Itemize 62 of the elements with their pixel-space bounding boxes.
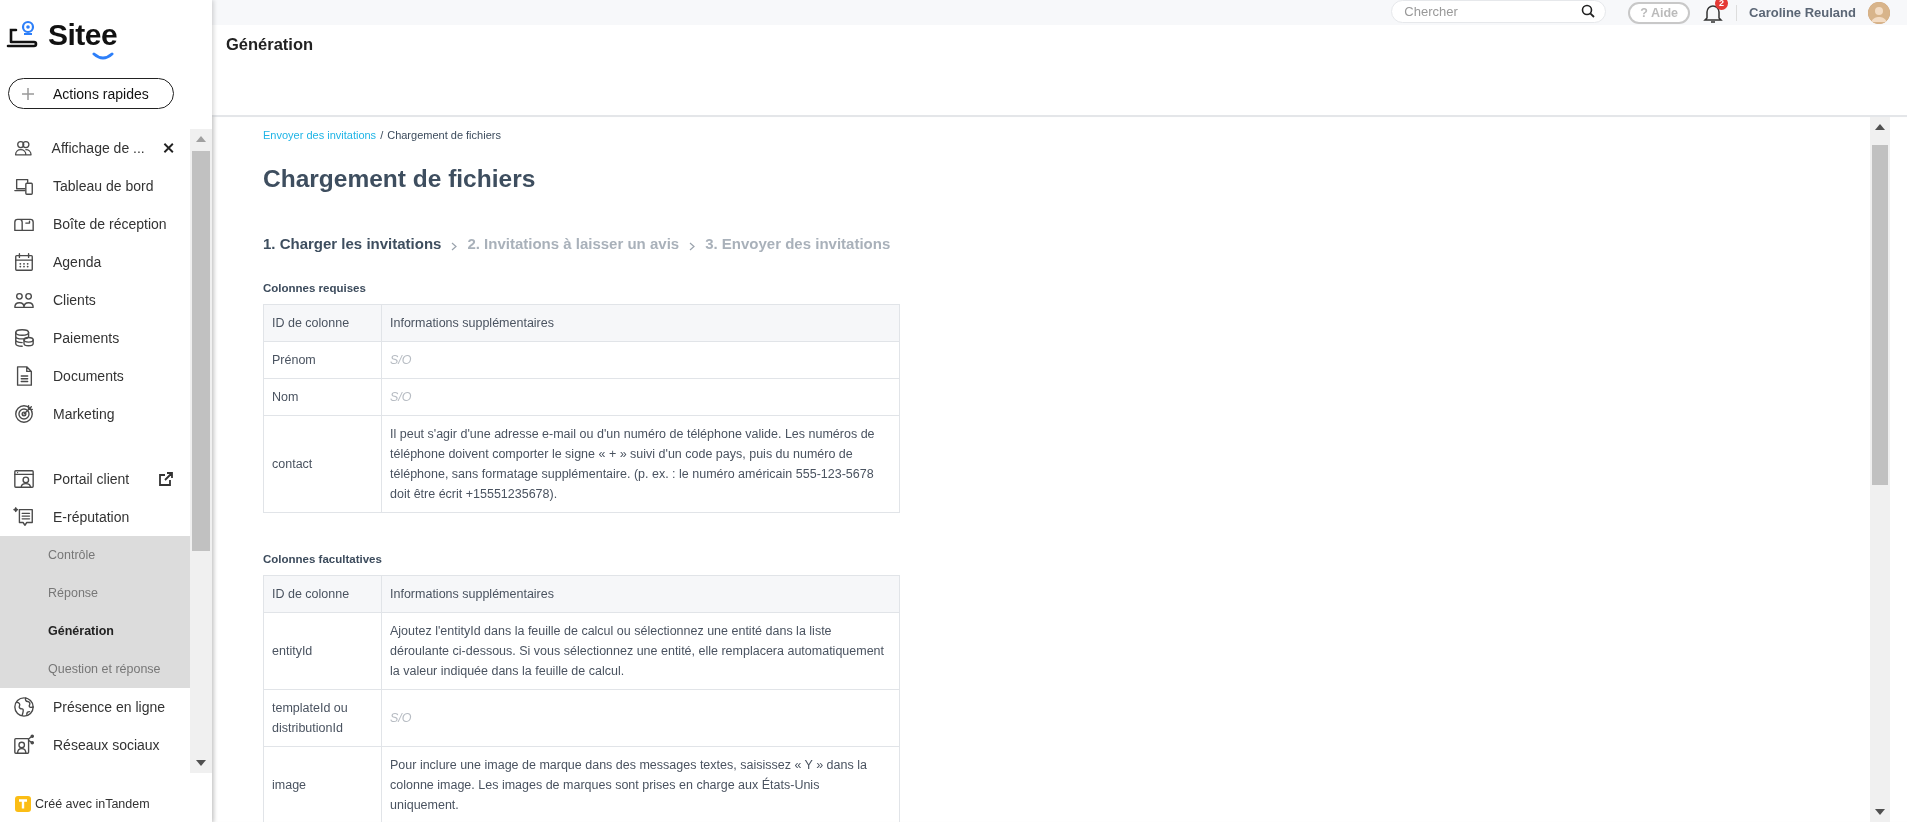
- column-header: Informations supplémentaires: [381, 304, 900, 342]
- sidebar-item[interactable]: Boîte de réception: [0, 205, 190, 243]
- table-cell: S/O: [381, 378, 900, 416]
- scroll-up-icon[interactable]: [1875, 124, 1885, 130]
- share-icon: [13, 734, 35, 756]
- sidebar-item[interactable]: Agenda: [0, 243, 190, 281]
- search-field[interactable]: Chercher: [1391, 0, 1607, 23]
- search-icon[interactable]: [1581, 4, 1596, 18]
- table-cell: Ajoutez l'entityId dans la feuille de calcul ou sélectionnez une entité dans la liste déroulante ci-dessous. Si vous sélectionnez une entité, elle remplacera automatiquement la valeur indiquée dans la feuille de calcul.: [381, 612, 900, 690]
- table-cell: Prénom: [263, 341, 382, 379]
- profile-window-icon: [13, 468, 35, 490]
- target-icon: [13, 403, 35, 425]
- coins-icon: [13, 327, 35, 349]
- table-cell: contact: [263, 415, 382, 513]
- review-list-icon: [13, 506, 35, 528]
- search-field[interactable]: Chercher: [1402, 2, 1582, 20]
- sidebar-item[interactable]: Tableau de bord: [0, 167, 190, 205]
- table-cell: Nom: [263, 378, 382, 416]
- submenu-item[interactable]: Génération: [0, 612, 190, 650]
- breadcrumb-separator: /: [380, 129, 384, 141]
- column-header: ID de colonne: [263, 304, 382, 342]
- close-icon[interactable]: [162, 142, 174, 154]
- chevron-icon: [689, 242, 696, 251]
- external-link-icon[interactable]: [158, 471, 174, 487]
- globe-icon: [13, 696, 35, 718]
- plus-icon: [21, 86, 35, 101]
- brand-icon: [15, 796, 31, 812]
- smile-icon: [92, 52, 114, 60]
- table-cell: Il peut s'agir d'une adresse e-mail ou d'un numéro de téléphone valide. Les numéros de téléphone doivent comporter le signe « + » suivi d'un code pays, puis du numéro de téléphone, sans formatage supplémentaire. (p. ex. : le numéro américain 555-123-5678 doit être écrit +15551235678).: [381, 415, 900, 513]
- logo-text: Sitee: [48, 17, 118, 53]
- table-cell: S/O: [381, 689, 900, 747]
- notification-badge: 2: [1715, 0, 1729, 10]
- page-title: Chargement de fichiers: [263, 165, 537, 193]
- quick-actions-button[interactable]: Actions rapides: [8, 78, 174, 109]
- sidebar-item[interactable]: Paiements: [0, 319, 190, 357]
- user-name[interactable]: Caroline Reuland: [1749, 5, 1856, 20]
- sidebar-item[interactable]: Documents: [0, 357, 190, 395]
- calendar-icon: [13, 251, 35, 273]
- sidebar-item[interactable]: Présence en ligne: [0, 688, 190, 726]
- scrollbar[interactable]: [1870, 117, 1890, 822]
- sidebar-item[interactable]: Affichage de ...: [0, 129, 190, 167]
- scrollbar[interactable]: [190, 129, 212, 773]
- sidebar-item[interactable]: E-réputation: [0, 498, 190, 536]
- breadcrumb-current: Chargement de fichiers: [387, 129, 501, 141]
- column-header: Informations supplémentaires: [381, 575, 900, 613]
- footer-text: Créé avec inTandem: [35, 797, 150, 811]
- section-title: Colonnes facultatives: [263, 553, 383, 565]
- table-cell: templateId ou distributionId: [263, 689, 382, 747]
- table-cell: image: [263, 746, 382, 822]
- section-title: Colonnes requises: [263, 282, 367, 294]
- chevron-icon: [451, 242, 458, 251]
- sidebar-item[interactable]: Réseaux sociaux: [0, 726, 190, 764]
- sidebar-item[interactable]: Clients: [0, 281, 190, 319]
- sidebar-item[interactable]: Marketing: [0, 395, 190, 433]
- step-tab[interactable]: 1. Charger les invitations: [263, 235, 442, 252]
- column-header: ID de colonne: [263, 575, 382, 613]
- table-cell: entityId: [263, 612, 382, 690]
- table-cell: S/O: [381, 341, 900, 379]
- scroll-down-icon[interactable]: [196, 760, 206, 766]
- page-header-title: Génération: [226, 35, 315, 54]
- sidebar-item[interactable]: Portail client: [0, 460, 190, 498]
- scroll-down-icon[interactable]: [1875, 809, 1885, 815]
